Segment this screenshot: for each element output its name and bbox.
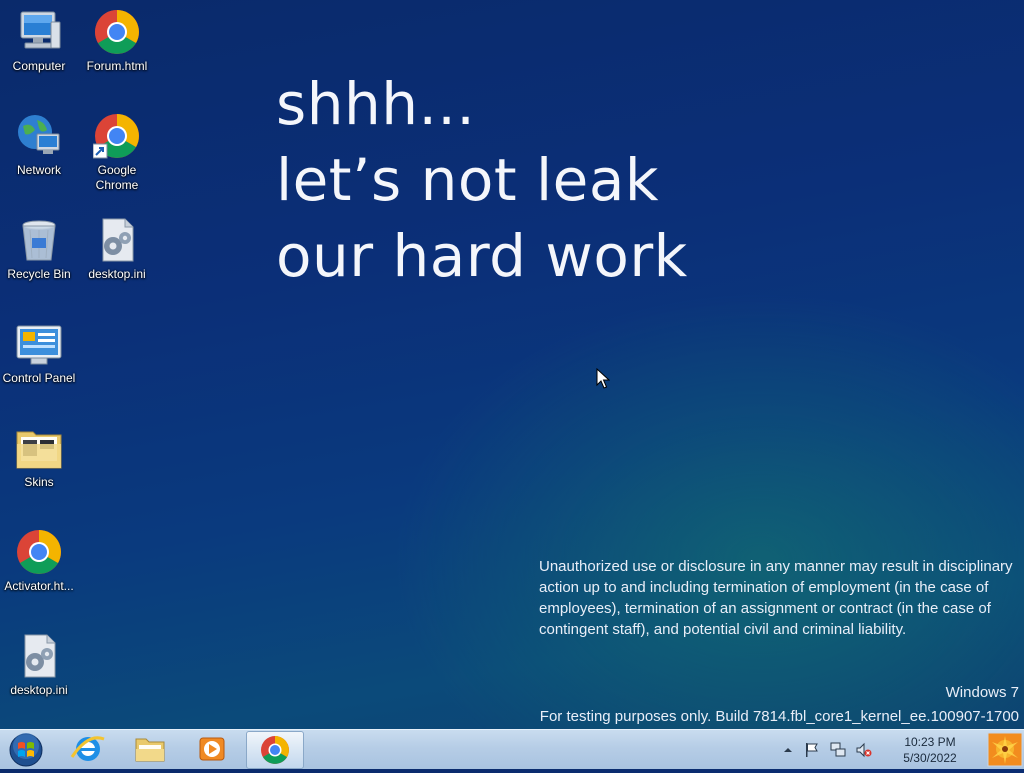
mouse-pointer-icon bbox=[596, 367, 611, 394]
headline-line: our hard work bbox=[276, 222, 688, 290]
desktop-icon-network[interactable]: Network bbox=[0, 112, 78, 178]
start-orb-icon bbox=[9, 733, 43, 767]
windows-explorer-icon bbox=[135, 738, 165, 762]
chrome-icon bbox=[261, 736, 289, 764]
desktop-icon-recycle-bin[interactable]: Recycle Bin bbox=[0, 216, 78, 282]
wallpaper-legal-notice: Unauthorized use or disclosure in any ma… bbox=[539, 558, 1013, 638]
show-hidden-icons-arrow[interactable] bbox=[780, 742, 796, 758]
desktop-icon-label: Network bbox=[16, 163, 61, 177]
desktop-icon-computer[interactable]: Computer bbox=[0, 8, 78, 74]
settings-file-icon bbox=[15, 632, 63, 680]
desktop-icon-forum-html[interactable]: Forum.html bbox=[78, 8, 156, 74]
taskbar-windows-explorer[interactable] bbox=[122, 731, 178, 767]
flower-thumbnail-icon bbox=[987, 732, 1023, 767]
desktop-icon-google-chrome[interactable]: Google Chrome bbox=[78, 112, 156, 193]
network-icon bbox=[15, 112, 63, 160]
desktop-icon-label: desktop.ini bbox=[88, 267, 146, 281]
control-panel-icon bbox=[15, 320, 63, 368]
chrome-icon bbox=[92, 112, 141, 160]
taskbar: 10:23 PM 5/30/2022 bbox=[0, 729, 1024, 769]
media-player-icon bbox=[199, 737, 225, 761]
desktop-icon-control-panel[interactable]: Control Panel bbox=[0, 320, 78, 386]
computer-icon bbox=[15, 8, 63, 56]
taskbar-media-player[interactable] bbox=[184, 731, 240, 767]
clock-date: 5/30/2022 bbox=[903, 751, 957, 765]
build-watermark: For testing purposes only. Build 7814.fb… bbox=[539, 708, 1019, 725]
desktop-icon-label: Google Chrome bbox=[95, 163, 139, 192]
action-center-flag-icon[interactable] bbox=[804, 742, 820, 758]
desktop-icon-label: Computer bbox=[12, 59, 66, 73]
desktop-icon-label: Forum.html bbox=[86, 59, 148, 73]
clock-time: 10:23 PM bbox=[904, 735, 956, 749]
desktop-icon-desktop-ini-2[interactable]: desktop.ini bbox=[0, 632, 78, 698]
start-button[interactable] bbox=[4, 731, 48, 768]
internet-explorer-icon bbox=[70, 736, 105, 761]
wallpaper-headline: shhh... let’s not leak our hard work bbox=[276, 66, 688, 294]
headline-line: shhh... bbox=[276, 70, 476, 138]
desktop-icon-activator-html[interactable]: Activator.ht... bbox=[0, 528, 78, 594]
desktop-icon-label: desktop.ini bbox=[10, 683, 68, 697]
desktop-icon-skins[interactable]: Skins bbox=[0, 424, 78, 490]
recycle-bin-icon bbox=[15, 216, 63, 264]
desktop-icon-label: Activator.ht... bbox=[4, 579, 74, 593]
desktop-icon-desktop-ini[interactable]: desktop.ini bbox=[78, 216, 156, 282]
volume-muted-icon[interactable] bbox=[856, 742, 872, 758]
desktop-icon-label: Control Panel bbox=[2, 371, 76, 385]
os-watermark: Windows 7 bbox=[945, 684, 1019, 701]
chrome-icon bbox=[15, 528, 63, 576]
desktop-icon-label: Skins bbox=[24, 475, 54, 489]
taskbar-internet-explorer[interactable] bbox=[60, 731, 116, 767]
taskbar-chrome[interactable] bbox=[246, 731, 304, 769]
desktop-icon-label: Recycle Bin bbox=[7, 267, 71, 281]
folder-icon bbox=[15, 424, 63, 472]
chrome-icon bbox=[93, 8, 141, 56]
network-icon[interactable] bbox=[830, 742, 846, 758]
user-thumbnail-show-desktop[interactable] bbox=[986, 730, 1024, 769]
settings-file-icon bbox=[93, 216, 141, 264]
desktop: Computer Forum.html Network Google Chrom… bbox=[0, 0, 1024, 729]
headline-line: let’s not leak bbox=[276, 146, 659, 214]
taskbar-clock[interactable]: 10:23 PM 5/30/2022 bbox=[899, 734, 961, 766]
